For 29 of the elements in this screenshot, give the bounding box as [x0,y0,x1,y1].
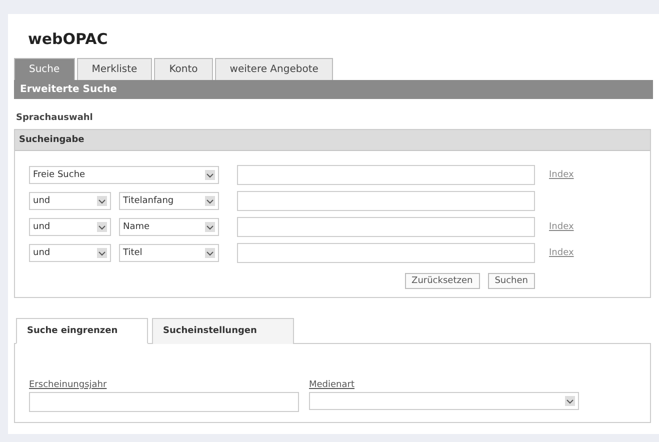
search-input[interactable] [237,191,535,211]
media-type-select[interactable] [309,392,579,410]
operator-select[interactable]: und [29,218,111,236]
filter-label: Medienart [309,380,356,390]
operator-select[interactable]: und [29,244,111,262]
app-title: webOPAC [27,29,109,50]
reset-button[interactable]: Zurücksetzen [404,273,480,289]
search-input[interactable] [237,217,535,237]
operator-select[interactable]: und [29,192,111,210]
nav-tab[interactable]: weitere Angebote [214,58,334,80]
field-select[interactable]: Name [119,218,219,236]
panel-title: Sucheingabe [15,130,650,151]
filter-label: Erscheinungsjahr [29,380,108,390]
search-input[interactable] [237,165,535,185]
options-tab[interactable]: Suche eingrenzen [16,318,148,344]
options-tab[interactable]: Sucheinstellungen [152,318,294,344]
index-link[interactable]: Index [549,170,574,180]
field-select[interactable]: Titel [119,244,219,262]
field-select[interactable]: Titelanfang [119,192,219,210]
year-input[interactable] [29,392,299,412]
search-button[interactable]: Suchen [488,273,535,289]
field-select[interactable]: Freie Suche [29,166,219,184]
language-link[interactable]: Sprachauswahl [14,99,653,129]
nav-tab[interactable]: Konto [154,58,213,80]
section-bar: Erweiterte Suche [14,80,653,99]
index-link[interactable]: Index [549,222,574,232]
index-link[interactable]: Index [549,248,574,258]
nav-tab[interactable]: Merkliste [76,58,152,80]
search-input[interactable] [237,243,535,263]
